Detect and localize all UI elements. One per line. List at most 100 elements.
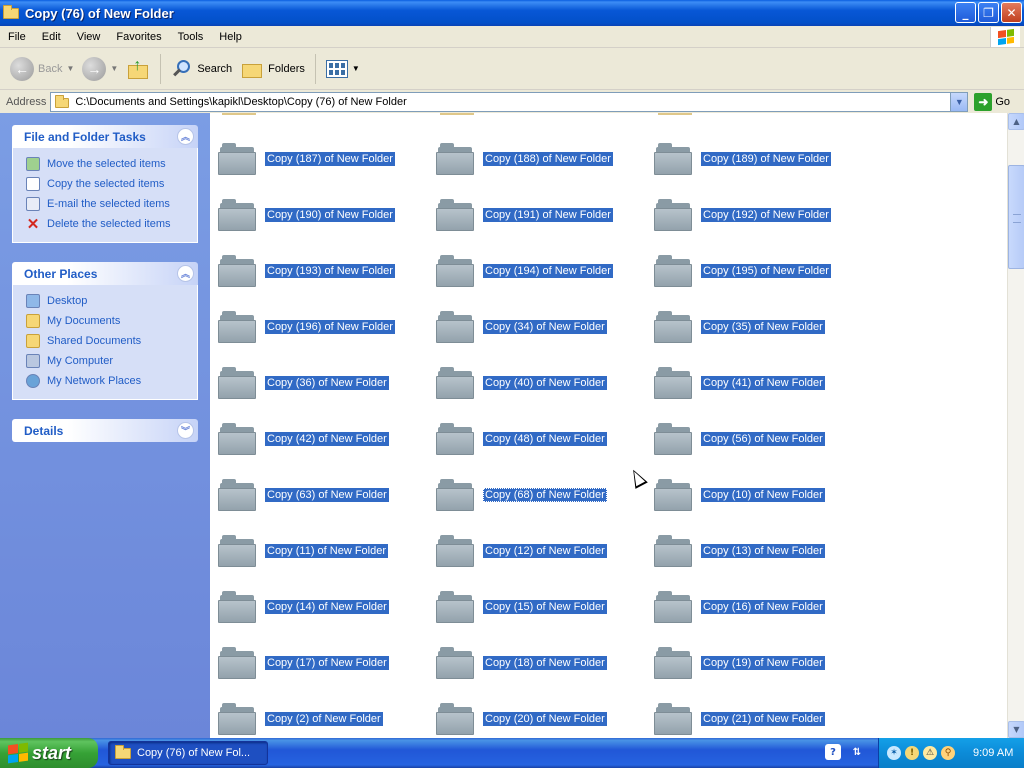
folder-item[interactable]: Copy (18) of New Folder [436, 635, 654, 691]
folders-button[interactable]: Folders [236, 52, 309, 86]
folder-icon [654, 143, 692, 175]
help-icon[interactable]: ? [825, 744, 841, 760]
views-button[interactable]: ▼ [322, 52, 364, 86]
folder-label: Copy (34) of New Folder [483, 320, 607, 334]
folder-content-view[interactable]: Copy (187) of New Folder Copy (188) of Ne… [210, 113, 1007, 738]
collapse-icon[interactable]: ︽ [177, 265, 194, 282]
folder-item[interactable]: Copy (17) of New Folder [218, 635, 436, 691]
warning-icon[interactable]: ⚠ [923, 746, 937, 760]
folder-icon [654, 703, 692, 735]
folder-item[interactable]: Copy (188) of New Folder [436, 131, 654, 187]
partially-visible-row [218, 113, 872, 115]
taskbar-window-button[interactable]: Copy (76) of New Fol... [108, 741, 268, 765]
minimize-button[interactable]: _ [955, 2, 976, 23]
folder-item[interactable]: Copy (35) of New Folder [654, 299, 872, 355]
other-places-header[interactable]: Other Places ︽ [12, 262, 198, 285]
folder-item[interactable]: Copy (191) of New Folder [436, 187, 654, 243]
folder-icon [436, 647, 474, 679]
place-desktop-link[interactable]: Desktop [25, 291, 189, 311]
folder-item[interactable]: Copy (2) of New Folder [218, 691, 436, 738]
folder-item[interactable]: Copy (40) of New Folder [436, 355, 654, 411]
folder-item[interactable]: Copy (196) of New Folder [218, 299, 436, 355]
place-my-network-places-link[interactable]: My Network Places [25, 371, 189, 391]
folder-item[interactable]: Copy (190) of New Folder [218, 187, 436, 243]
folder-item[interactable]: Copy (20) of New Folder [436, 691, 654, 738]
network-status-icon[interactable]: ⇅ [849, 744, 865, 760]
go-button[interactable]: ➜ Go [974, 92, 1010, 111]
menu-tools[interactable]: Tools [170, 31, 212, 43]
scroll-thumb[interactable] [1008, 165, 1024, 269]
start-button[interactable]: start [0, 738, 98, 768]
up-button[interactable]: ↑ [122, 52, 154, 86]
forward-button[interactable]: → ▼ [78, 52, 122, 86]
move-items-link[interactable]: Move the selected items [25, 154, 189, 174]
menu-file[interactable]: File [0, 31, 34, 43]
views-dropdown-icon[interactable]: ▼ [352, 64, 360, 73]
folder-item[interactable]: Copy (34) of New Folder [436, 299, 654, 355]
menu-help[interactable]: Help [211, 31, 250, 43]
folder-item[interactable]: Copy (192) of New Folder [654, 187, 872, 243]
display-icon[interactable]: ✶ [887, 746, 901, 760]
back-button[interactable]: ← Back ▼ [6, 52, 78, 86]
section-title: Other Places [24, 266, 98, 281]
my-computer-icon [25, 353, 41, 369]
menu-favorites[interactable]: Favorites [108, 31, 169, 43]
section-title: Details [24, 423, 64, 438]
folder-item[interactable]: Copy (19) of New Folder [654, 635, 872, 691]
place-shared-documents-link[interactable]: Shared Documents [25, 331, 189, 351]
folder-item[interactable]: Copy (14) of New Folder [218, 579, 436, 635]
vertical-scrollbar[interactable]: ▲ ▼ [1007, 113, 1024, 738]
collapse-icon[interactable]: ︽ [177, 128, 194, 145]
folder-item[interactable]: Copy (56) of New Folder [654, 411, 872, 467]
delete-items-link[interactable]: ✕ Delete the selected items [25, 214, 189, 234]
windows-logo-icon [990, 27, 1020, 47]
folder-item[interactable]: Copy (195) of New Folder [654, 243, 872, 299]
place-my-documents-link[interactable]: My Documents [25, 311, 189, 331]
copy-items-link[interactable]: Copy the selected items [25, 174, 189, 194]
folder-item[interactable]: Copy (13) of New Folder [654, 523, 872, 579]
scroll-down-button[interactable]: ▼ [1008, 721, 1024, 738]
address-input[interactable]: C:\Documents and Settings\kapikl\Desktop… [50, 91, 969, 112]
copy-icon [25, 176, 41, 192]
delete-icon: ✕ [26, 216, 40, 233]
folder-item[interactable]: Copy (189) of New Folder [654, 131, 872, 187]
folder-item[interactable]: Copy (187) of New Folder [218, 131, 436, 187]
back-label: Back [38, 62, 63, 75]
folder-item[interactable]: Copy (42) of New Folder [218, 411, 436, 467]
toolbar-separator [314, 53, 316, 84]
title-bar[interactable]: Copy (76) of New Folder _ ❐ ✕ [0, 0, 1024, 26]
folder-item[interactable]: Copy (194) of New Folder [436, 243, 654, 299]
folder-icon [654, 199, 692, 231]
place-my-computer-link[interactable]: My Computer [25, 351, 189, 371]
details-header[interactable]: Details ︾ [12, 419, 198, 442]
folder-item[interactable]: Copy (68) of New Folder [436, 467, 654, 523]
folder-item[interactable]: Copy (12) of New Folder [436, 523, 654, 579]
address-dropdown-icon[interactable]: ▼ [950, 92, 968, 111]
folder-item[interactable]: Copy (36) of New Folder [218, 355, 436, 411]
folder-item[interactable]: Copy (10) of New Folder [654, 467, 872, 523]
email-items-link[interactable]: E-mail the selected items [25, 194, 189, 214]
folder-item[interactable]: Copy (15) of New Folder [436, 579, 654, 635]
search-button[interactable]: Search [167, 52, 236, 86]
folder-item[interactable]: Copy (11) of New Folder [218, 523, 436, 579]
security-shield-icon[interactable]: ! [905, 746, 919, 760]
file-folder-tasks-header[interactable]: File and Folder Tasks ︽ [12, 125, 198, 148]
close-button[interactable]: ✕ [1001, 2, 1022, 23]
expand-icon[interactable]: ︾ [177, 422, 194, 439]
restore-button[interactable]: ❐ [978, 2, 999, 23]
scroll-up-button[interactable]: ▲ [1008, 113, 1024, 130]
folder-label: Copy (196) of New Folder [265, 320, 395, 334]
menu-edit[interactable]: Edit [34, 31, 69, 43]
folder-item[interactable]: Copy (193) of New Folder [218, 243, 436, 299]
my-documents-icon [25, 313, 41, 329]
back-dropdown-icon[interactable]: ▼ [66, 64, 74, 73]
folder-item[interactable]: Copy (16) of New Folder [654, 579, 872, 635]
menu-view[interactable]: View [69, 31, 109, 43]
folder-item[interactable]: Copy (41) of New Folder [654, 355, 872, 411]
forward-dropdown-icon[interactable]: ▼ [110, 64, 118, 73]
folder-item[interactable]: Copy (48) of New Folder [436, 411, 654, 467]
search-tray-icon[interactable]: ⚲ [941, 746, 955, 760]
folder-item[interactable]: Copy (21) of New Folder [654, 691, 872, 738]
folder-item[interactable]: Copy (63) of New Folder [218, 467, 436, 523]
folder-icon [218, 311, 256, 343]
